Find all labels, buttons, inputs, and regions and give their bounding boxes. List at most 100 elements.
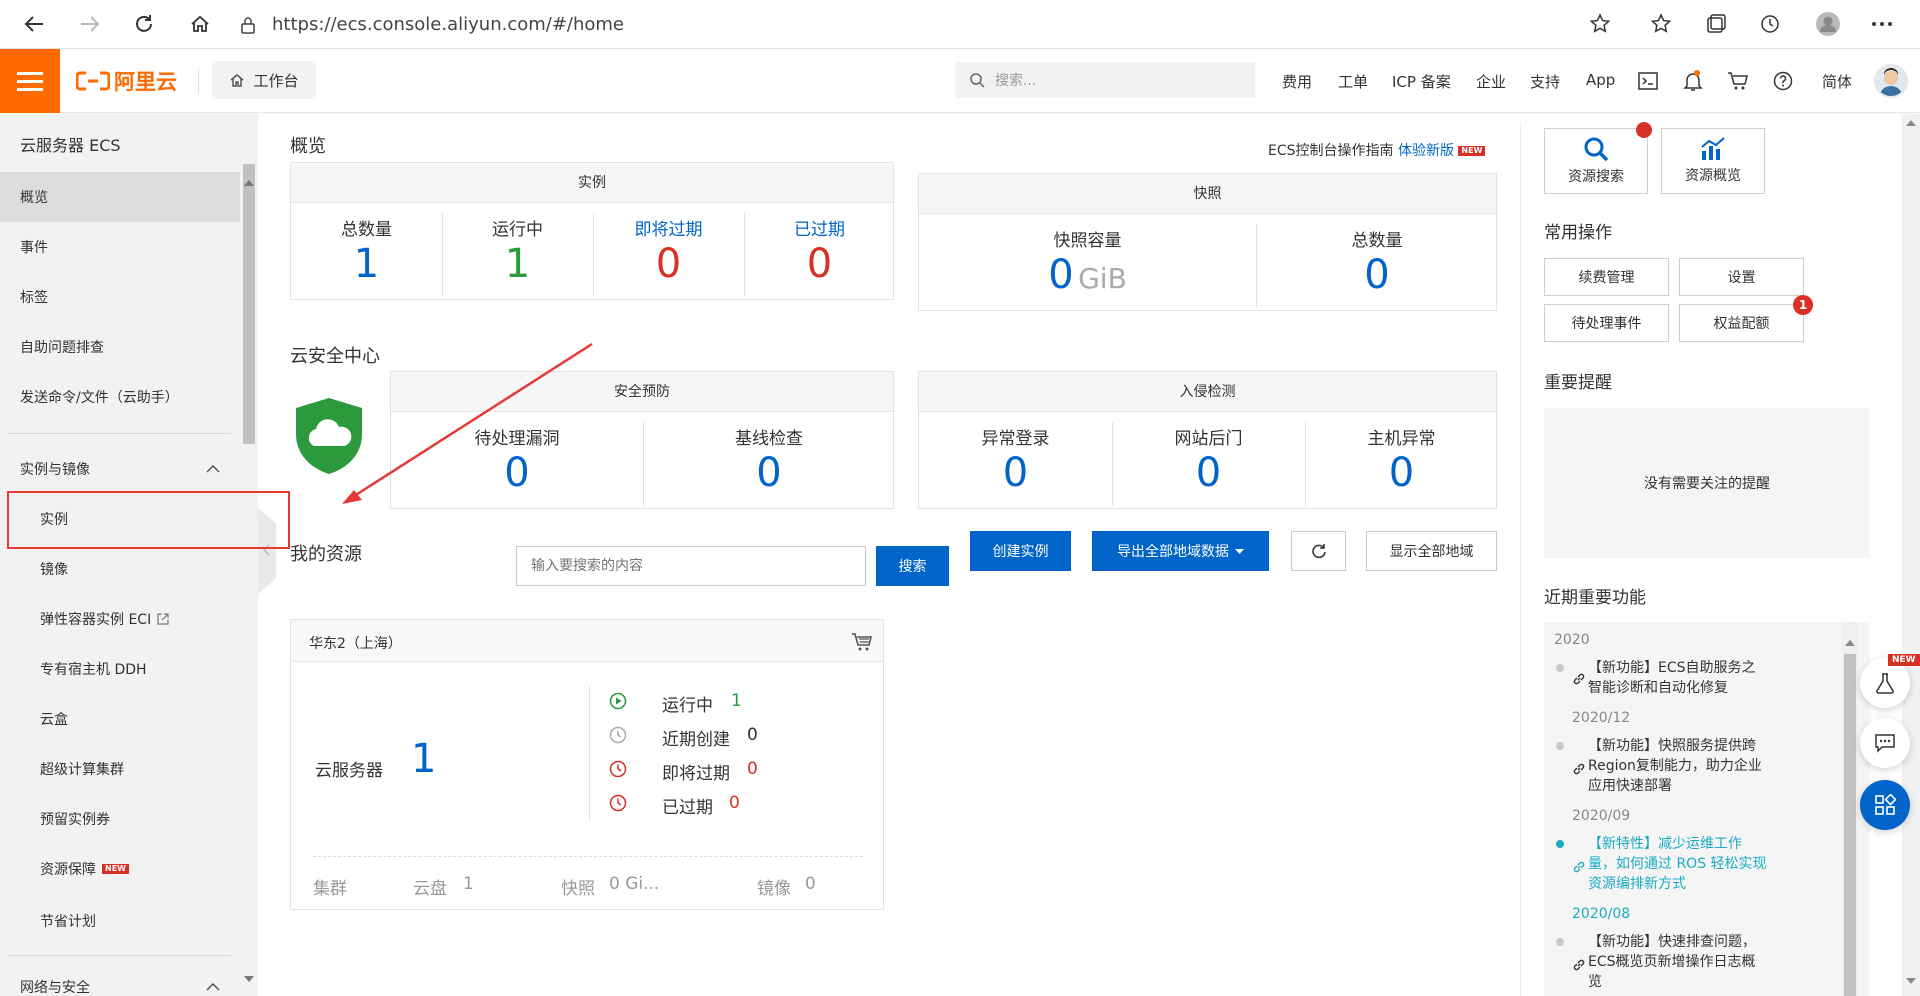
- stat-webshell[interactable]: 网站后门 0: [1112, 424, 1305, 497]
- scroll-up-arrow-icon[interactable]: [244, 180, 254, 186]
- refresh-button[interactable]: [1291, 531, 1346, 571]
- sidebar-item-images[interactable]: 镜像: [0, 544, 240, 594]
- nav-icp[interactable]: ICP 备案: [1392, 71, 1451, 92]
- resource-search-button[interactable]: 搜索: [876, 546, 949, 586]
- sidebar-item-events[interactable]: 事件: [0, 222, 240, 272]
- bell-icon[interactable]: [1680, 68, 1706, 94]
- status-value[interactable]: 1: [731, 691, 742, 711]
- favorites-icon[interactable]: [1645, 8, 1677, 40]
- settings-button[interactable]: 设置: [1679, 258, 1804, 296]
- chat-float-button[interactable]: [1860, 718, 1910, 768]
- nav-support[interactable]: 支持: [1530, 71, 1560, 92]
- workbench-button[interactable]: 工作台: [212, 61, 316, 99]
- scroll-down-arrow-icon[interactable]: [1906, 978, 1916, 984]
- language-switch[interactable]: 简体: [1822, 71, 1852, 92]
- server-count[interactable]: 1: [411, 736, 436, 782]
- new-badge: NEW: [1458, 146, 1486, 156]
- quota-button[interactable]: 权益配额: [1679, 304, 1804, 342]
- sidebar-item-cloud-box[interactable]: 云盒: [0, 694, 240, 744]
- more-icon[interactable]: [1866, 8, 1898, 40]
- sidebar-item-eci[interactable]: 弹性容器实例 ECI: [0, 594, 240, 644]
- reload-button[interactable]: [128, 8, 160, 40]
- footer-value[interactable]: 0 Gi...: [609, 874, 659, 894]
- footer-value[interactable]: 0: [805, 874, 816, 894]
- stat-snapshot-total[interactable]: 总数量 0: [1256, 226, 1498, 299]
- home-button[interactable]: [184, 8, 216, 40]
- timeline-dot-active: [1556, 840, 1564, 848]
- status-value[interactable]: 0: [729, 793, 740, 813]
- history-icon[interactable]: [1754, 8, 1786, 40]
- footer-value[interactable]: 1: [463, 874, 474, 894]
- stat-running[interactable]: 运行中 1: [442, 215, 593, 288]
- stat-total[interactable]: 总数量 1: [291, 215, 442, 288]
- sidebar-item-reserved-instances[interactable]: 预留实例券: [0, 794, 240, 844]
- global-search[interactable]: 搜索...: [955, 62, 1255, 98]
- page-scrollbar[interactable]: [1902, 114, 1920, 996]
- sidebar-item-savings-plan[interactable]: 节省计划: [0, 896, 240, 946]
- user-avatar[interactable]: [1874, 64, 1908, 98]
- nav-enterprise[interactable]: 企业: [1476, 71, 1506, 92]
- nav-app[interactable]: App: [1586, 71, 1615, 89]
- sidebar-item-overview[interactable]: 概览: [0, 172, 240, 222]
- timeline-item[interactable]: 【新功能】ECS自助服务之 智能诊断和自动化修复: [1588, 658, 1756, 698]
- resource-overview-quick[interactable]: 资源概览: [1661, 128, 1765, 194]
- sidebar-item-ddh[interactable]: 专有宿主机 DDH: [0, 644, 240, 694]
- sidebar-group-instances-images[interactable]: 实例与镜像: [0, 444, 240, 494]
- timeline-line: 【新特性】减少运维工作: [1588, 836, 1742, 852]
- sidebar-group-network-security[interactable]: 网络与安全: [0, 972, 240, 996]
- resource-search-input[interactable]: [516, 546, 866, 586]
- show-all-regions-button[interactable]: 显示全部地域: [1366, 531, 1497, 571]
- cloud-shell-icon[interactable]: [1635, 68, 1661, 94]
- sidebar-item-cloud-assistant[interactable]: 发送命令/文件（云助手）: [0, 372, 240, 422]
- add-favorite-icon[interactable]: [1584, 8, 1616, 40]
- cart-icon[interactable]: [1725, 68, 1751, 94]
- sidebar-item-troubleshoot[interactable]: 自助问题排查: [0, 322, 240, 372]
- sidebar-item-label: 超级计算集群: [40, 762, 124, 778]
- sidebar-item-tags[interactable]: 标签: [0, 272, 240, 322]
- timeline-item-active[interactable]: 【新特性】减少运维工作 量，如何通过 ROS 轻松实现 资源编排新方式: [1588, 834, 1767, 894]
- features-scrollbar-thumb[interactable]: [1844, 654, 1856, 996]
- collections-icon[interactable]: [1700, 8, 1732, 40]
- scroll-up-arrow-icon[interactable]: [1845, 640, 1855, 646]
- address-bar[interactable]: https://ecs.console.aliyun.com/#/home: [240, 9, 1560, 40]
- renewal-management-button[interactable]: 续费管理: [1544, 258, 1669, 296]
- scroll-up-arrow-icon[interactable]: [1906, 120, 1916, 126]
- create-instance-button[interactable]: 创建实例: [970, 531, 1071, 571]
- export-data-button[interactable]: 导出全部地域数据: [1092, 531, 1269, 571]
- sidebar-scrollbar-thumb[interactable]: [243, 164, 255, 444]
- timeline-item[interactable]: 【新功能】快速排查问题， ECS概览页新增操作日志概 览: [1588, 932, 1756, 992]
- pending-events-button[interactable]: 待处理事件: [1544, 304, 1669, 342]
- profile-avatar[interactable]: [1812, 8, 1844, 40]
- nav-tickets[interactable]: 工单: [1338, 71, 1368, 92]
- timeline-dot: [1556, 742, 1564, 750]
- apps-float-button[interactable]: [1860, 780, 1910, 830]
- apps-icon: [1875, 794, 1896, 815]
- refresh-icon: [1311, 544, 1326, 559]
- url-text: https://ecs.console.aliyun.com/#/home: [272, 14, 625, 35]
- help-icon[interactable]: [1770, 68, 1796, 94]
- sidebar-item-scc[interactable]: 超级计算集群: [0, 744, 240, 794]
- notification-dot: [1636, 122, 1652, 138]
- footer-label: 云盘: [413, 879, 447, 899]
- status-value[interactable]: 0: [747, 725, 758, 745]
- scroll-down-arrow-icon[interactable]: [244, 976, 254, 982]
- aliyun-logo[interactable]: 阿里云: [76, 63, 186, 99]
- stat-expired[interactable]: 已过期 0: [744, 215, 895, 288]
- status-value[interactable]: 0: [747, 759, 758, 779]
- stat-baseline[interactable]: 基线检查 0: [643, 424, 895, 497]
- stat-abnormal-login[interactable]: 异常登录 0: [919, 424, 1112, 497]
- back-button[interactable]: [18, 8, 50, 40]
- menu-button[interactable]: [0, 49, 60, 113]
- stat-snapshot-capacity[interactable]: 快照容量 0 GiB: [919, 226, 1256, 299]
- sidebar-item-resource-assurance[interactable]: 资源保障 NEW: [0, 844, 240, 894]
- stat-expiring[interactable]: 即将过期 0: [593, 215, 744, 288]
- bar-chart-icon: [1701, 137, 1725, 160]
- timeline-item[interactable]: 【新功能】快照服务提供跨 Region复制能力，助力企业 应用快速部署: [1588, 736, 1762, 796]
- stat-host-anomaly[interactable]: 主机异常 0: [1305, 424, 1498, 497]
- try-new-version-link[interactable]: 体验新版: [1398, 143, 1454, 159]
- resource-search-quick[interactable]: 资源搜索: [1544, 128, 1648, 194]
- forward-button[interactable]: [74, 8, 106, 40]
- cart-icon[interactable]: [851, 632, 873, 652]
- nav-fees[interactable]: 费用: [1282, 71, 1312, 92]
- timeline-year: 2020/08: [1572, 906, 1631, 922]
